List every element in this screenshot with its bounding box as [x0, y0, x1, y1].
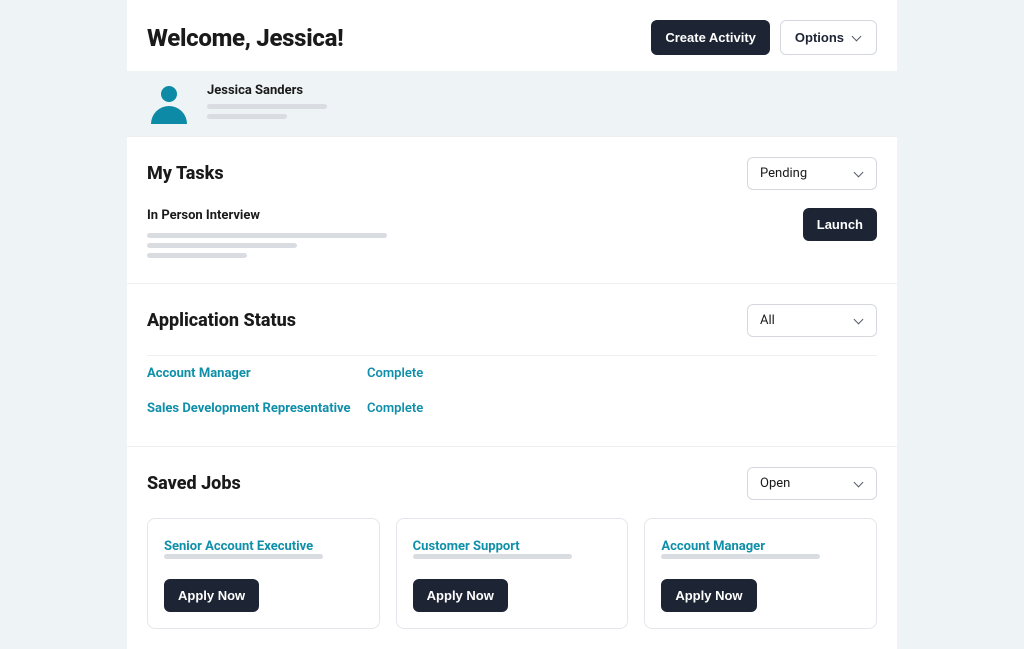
apply-button[interactable]: Apply Now: [661, 579, 756, 612]
dashboard-page: Welcome, Jessica! Create Activity Option…: [127, 0, 897, 649]
chevron-down-icon: [854, 479, 864, 489]
tasks-filter-select[interactable]: Pending: [747, 157, 877, 190]
task-title: In Person Interview: [147, 208, 387, 223]
job-card: Account Manager Apply Now: [644, 518, 877, 629]
job-card: Customer Support Apply Now: [396, 518, 629, 629]
applications-filter-value: All: [760, 313, 775, 328]
application-status: Complete: [367, 366, 423, 381]
launch-button[interactable]: Launch: [803, 208, 877, 241]
tasks-section: My Tasks Pending In Person Interview Lau…: [127, 136, 897, 283]
options-button[interactable]: Options: [780, 20, 877, 55]
tasks-filter-value: Pending: [760, 166, 807, 181]
placeholder-line: [164, 554, 323, 559]
jobs-filter-value: Open: [760, 476, 790, 491]
application-link[interactable]: Sales Development Representative: [147, 401, 367, 416]
tasks-header: My Tasks Pending: [147, 157, 877, 190]
applications-title: Application Status: [147, 310, 296, 331]
create-activity-button[interactable]: Create Activity: [651, 20, 770, 55]
placeholder-line: [661, 554, 820, 559]
avatar: [147, 84, 191, 124]
application-link[interactable]: Account Manager: [147, 366, 367, 381]
application-row: Account Manager Complete: [147, 356, 877, 391]
profile-info: Jessica Sanders: [207, 83, 327, 124]
placeholder-line: [413, 554, 572, 559]
task-placeholders: [147, 233, 387, 258]
job-title-link[interactable]: Customer Support: [413, 539, 520, 554]
profile-bar: Jessica Sanders: [127, 71, 897, 136]
saved-jobs-section: Saved Jobs Open Senior Account Executive…: [127, 446, 897, 649]
saved-jobs-header: Saved Jobs Open: [147, 467, 877, 500]
chevron-down-icon: [852, 33, 862, 43]
options-label: Options: [795, 30, 844, 45]
chevron-down-icon: [854, 169, 864, 179]
applications-filter-select[interactable]: All: [747, 304, 877, 337]
tasks-title: My Tasks: [147, 163, 224, 184]
job-card: Senior Account Executive Apply Now: [147, 518, 380, 629]
profile-name: Jessica Sanders: [207, 83, 327, 98]
saved-jobs-title: Saved Jobs: [147, 473, 241, 494]
task-row: In Person Interview Launch: [147, 208, 877, 263]
page-title: Welcome, Jessica!: [147, 24, 343, 52]
placeholder-line: [207, 104, 327, 109]
applications-section: Application Status All Account Manager C…: [127, 283, 897, 446]
application-status: Complete: [367, 401, 423, 416]
header-actions: Create Activity Options: [651, 20, 877, 55]
job-title-link[interactable]: Senior Account Executive: [164, 539, 313, 554]
placeholder-line: [147, 243, 297, 248]
chevron-down-icon: [854, 316, 864, 326]
page-header: Welcome, Jessica! Create Activity Option…: [127, 0, 897, 71]
placeholder-line: [147, 233, 387, 238]
placeholder-line: [207, 114, 287, 119]
placeholder-line: [147, 253, 247, 258]
job-cards: Senior Account Executive Apply Now Custo…: [147, 518, 877, 629]
jobs-filter-select[interactable]: Open: [747, 467, 877, 500]
apply-button[interactable]: Apply Now: [164, 579, 259, 612]
task-content: In Person Interview: [147, 208, 387, 263]
job-title-link[interactable]: Account Manager: [661, 539, 765, 554]
applications-header: Application Status All: [147, 304, 877, 337]
application-row: Sales Development Representative Complet…: [147, 391, 877, 426]
apply-button[interactable]: Apply Now: [413, 579, 508, 612]
